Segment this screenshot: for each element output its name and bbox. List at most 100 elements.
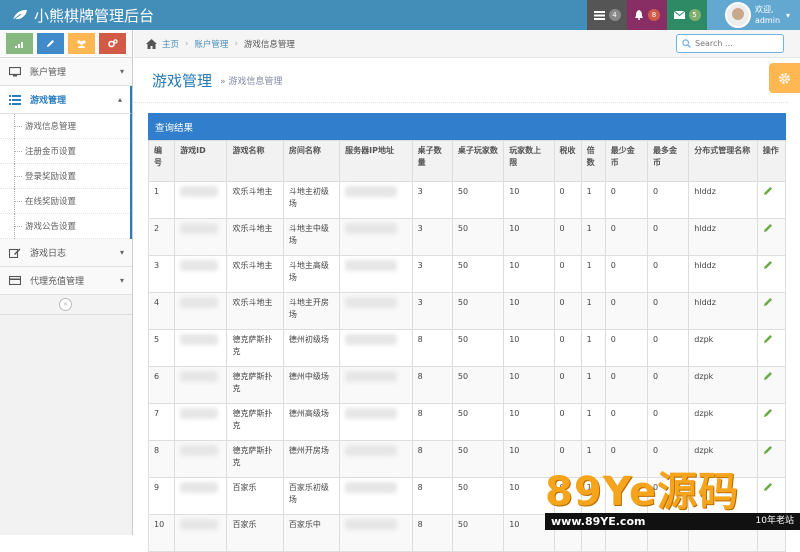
- cell-players: 50: [451, 403, 505, 441]
- cell-most: 0: [647, 218, 690, 256]
- cell-no: 6: [147, 366, 176, 404]
- shortcut-users-button[interactable]: [68, 33, 95, 54]
- edit-pencil-icon[interactable]: [763, 224, 773, 235]
- search-icon: [682, 39, 691, 48]
- chevron-down-icon: ▾: [119, 276, 124, 285]
- redacted-blur: [345, 186, 398, 197]
- home-icon: [146, 38, 157, 49]
- sidebar-item-account[interactable]: 账户管理 ▾: [0, 58, 132, 86]
- cell-min: 0: [604, 514, 649, 552]
- cell-game: 百家乐: [226, 514, 284, 552]
- col-header: 游戏名称: [226, 140, 284, 182]
- sidebar-item-game[interactable]: 游戏管理 ▴: [0, 86, 132, 114]
- edit-pencil-icon[interactable]: [763, 446, 773, 457]
- cell-game: 德克萨斯扑克: [226, 366, 284, 404]
- cell-dist: dzpk: [688, 329, 758, 367]
- cell-no: 1: [147, 181, 176, 219]
- search-box: [676, 34, 784, 53]
- search-input[interactable]: [695, 39, 775, 48]
- edit-pencil-icon[interactable]: [763, 187, 773, 198]
- sidebar-item-agent-recharge[interactable]: 代理充值管理 ▾: [0, 267, 132, 295]
- table-row: 9 百家乐 百家乐初级场 8 50 10 0 1 0 0: [147, 477, 787, 515]
- shortcut-signal-button[interactable]: [6, 33, 33, 54]
- cell-tax: 0: [553, 329, 582, 367]
- notifications-button[interactable]: 8: [627, 0, 667, 30]
- edit-pencil-icon[interactable]: [763, 483, 773, 494]
- chevron-right-icon: ›: [234, 38, 238, 49]
- redacted-blur: [180, 371, 219, 382]
- edit-pencil-icon[interactable]: [763, 261, 773, 272]
- redacted-blur: [345, 519, 398, 530]
- cell-most: 0: [647, 440, 690, 478]
- edit-pencil-icon[interactable]: [763, 372, 773, 383]
- cell-max: 10: [503, 255, 555, 293]
- table-row: 5 德克萨斯扑克 德州初级场 8 50 10 0 1 0 0 dzpk: [147, 329, 787, 367]
- table-row: 8 德克萨斯扑克 德州开房场 8 50 10 0 1 0 0 dzpk: [147, 440, 787, 478]
- top-navbar: 小熊棋牌管理后台 4 8 5 欢迎, admin ▾: [0, 0, 800, 30]
- cell-room: 斗地主初级场: [282, 181, 341, 219]
- messages-button[interactable]: 5: [667, 0, 707, 30]
- cell-most: 0: [647, 292, 690, 330]
- tasks-badge: 4: [608, 9, 621, 21]
- cell-players: 50: [451, 218, 505, 256]
- cell-no: 4: [147, 292, 176, 330]
- redacted-blur: [180, 260, 219, 271]
- breadcrumb-home-link[interactable]: 主页: [162, 38, 179, 50]
- redacted-blur: [180, 297, 219, 308]
- sidebar-item-game-log[interactable]: 游戏日志 ▾: [0, 239, 132, 267]
- cell-dist: dzpk: [688, 403, 758, 441]
- cell-tables: 8: [411, 514, 453, 552]
- cell-room: 德州高级场: [282, 403, 341, 441]
- cell-most: 0: [647, 181, 690, 219]
- shortcut-pencil-button[interactable]: [37, 33, 64, 54]
- edit-pencil-icon[interactable]: [763, 520, 773, 531]
- sidebar-subitem-online-reward[interactable]: 在线奖励设置: [0, 189, 130, 214]
- sidebar-subitem-game-info[interactable]: 游戏信息管理: [0, 114, 130, 139]
- edit-pencil-icon[interactable]: [763, 335, 773, 346]
- redacted-blur: [180, 334, 219, 345]
- sidebar-subitem-register-coins[interactable]: 注册金币设置: [0, 139, 130, 164]
- edit-pencil-icon[interactable]: [763, 409, 773, 420]
- shortcut-cogs-button[interactable]: [99, 33, 126, 54]
- sidebar-item-label: 游戏日志: [30, 249, 67, 259]
- chevron-down-icon: ▾: [119, 67, 124, 76]
- sidebar: 账户管理 ▾ 游戏管理 ▴ 游戏信息管理 注册金币设置 登录奖励设置 在线奖励设…: [0, 30, 133, 535]
- cell-tables: 3: [411, 218, 453, 256]
- redacted-blur: [345, 482, 398, 493]
- brand[interactable]: 小熊棋牌管理后台: [0, 5, 587, 26]
- cell-mult: 1: [580, 218, 606, 256]
- cell-room: 斗地主开房场: [282, 292, 341, 330]
- cell-no: 10: [147, 514, 176, 552]
- cell-game: 德克萨斯扑克: [226, 329, 284, 367]
- users-icon: [77, 39, 86, 48]
- cell-game-id-redacted: [174, 255, 228, 293]
- cell-dist: hlddz: [688, 181, 758, 219]
- table-row: 1 欢乐斗地主 斗地主初级场 3 50 10 0 1 0 0 hlddz: [147, 181, 787, 219]
- cell-min: 0: [604, 181, 649, 219]
- settings-button[interactable]: [769, 63, 800, 93]
- bell-icon: [635, 10, 643, 20]
- cell-dist: hlddz: [688, 292, 758, 330]
- collapse-sidebar-button[interactable]: «: [59, 298, 72, 311]
- cell-tax: 0: [553, 440, 582, 478]
- col-header: 桌子玩家数: [451, 140, 505, 182]
- col-header: 倍数: [580, 140, 606, 182]
- cell-actions: [756, 255, 787, 293]
- cell-dist: dzpk: [688, 440, 758, 478]
- cell-mult: 1: [580, 477, 606, 515]
- user-menu[interactable]: 欢迎, admin ▾: [707, 0, 800, 30]
- edit-pencil-icon[interactable]: [763, 298, 773, 309]
- cell-players: 50: [451, 440, 505, 478]
- cell-game-id-redacted: [174, 477, 228, 515]
- cell-max: 10: [503, 366, 555, 404]
- redacted-blur: [345, 334, 398, 345]
- sidebar-subitem-login-reward[interactable]: 登录奖励设置: [0, 164, 130, 189]
- cell-game: 德克萨斯扑克: [226, 440, 284, 478]
- cell-room: 斗地主高级场: [282, 255, 341, 293]
- sidebar-subitem-announcement[interactable]: 游戏公告设置: [0, 214, 130, 239]
- breadcrumb: 主页 › 账户管理 › 游戏信息管理: [134, 30, 800, 58]
- cell-tables: 8: [411, 329, 453, 367]
- redacted-blur: [180, 186, 219, 197]
- breadcrumb-account-link[interactable]: 账户管理: [194, 38, 228, 50]
- tasks-button[interactable]: 4: [587, 0, 627, 30]
